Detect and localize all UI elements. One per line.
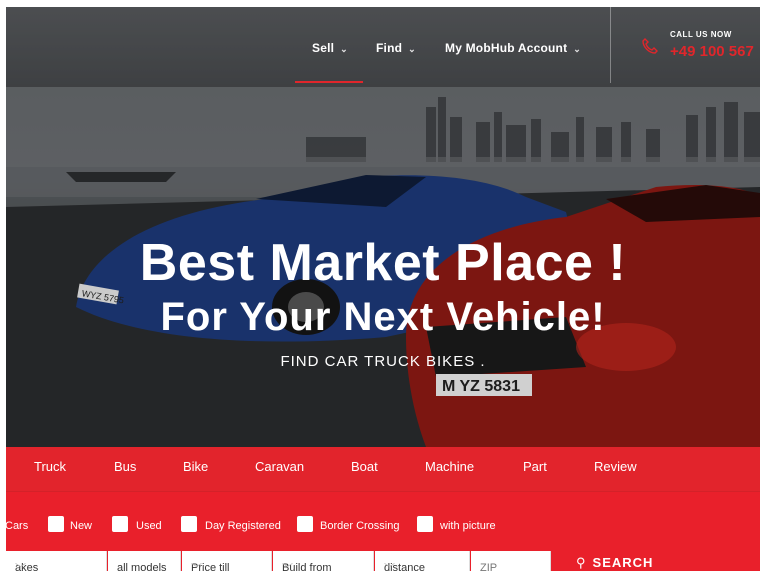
- zip-input-placeholder: ZIP: [480, 562, 498, 571]
- chevron-down-icon: ⌄: [340, 44, 348, 54]
- category-tabs: Truck Bus Bike Caravan Boat Machine Part…: [6, 447, 760, 492]
- search-panel: Truck Bus Bike Caravan Boat Machine Part…: [6, 447, 760, 571]
- distance-select[interactable]: distance ﹀: [375, 551, 470, 571]
- checkbox-new-label: New: [70, 520, 93, 532]
- models-select[interactable]: all models: [108, 551, 181, 571]
- checkbox-with-picture-label: with picture: [440, 520, 496, 532]
- price-till-select[interactable]: Price till ﹀: [182, 551, 272, 571]
- nav-item-label: Sell: [312, 41, 335, 55]
- filter-cars-label[interactable]: Cars: [6, 520, 28, 532]
- nav-item-sell[interactable]: Sell ⌄: [312, 41, 348, 55]
- tab-machine[interactable]: Machine: [425, 459, 474, 474]
- checkbox-border-crossing-label: Border Crossing: [320, 520, 400, 532]
- checkbox-used-label: Used: [136, 520, 162, 532]
- checkbox-border-crossing[interactable]: [297, 516, 313, 532]
- chevron-down-icon: ⌄: [408, 44, 416, 54]
- chevron-down-icon: ﹀: [191, 563, 202, 571]
- search-icon: ⚲: [576, 555, 587, 570]
- phone-icon: [642, 38, 658, 54]
- checkbox-day-registered[interactable]: [181, 516, 197, 532]
- nav-item-account[interactable]: My MobHub Account ⌄: [445, 41, 581, 55]
- hero-headline: Best Market Place !: [139, 234, 627, 292]
- nav-item-find[interactable]: Find ⌄: [376, 41, 416, 55]
- page-frame: WYZ 5795 M YZ 5831 Sell ⌄ Find ⌄ My MobHub…: [6, 7, 760, 571]
- chevron-down-icon: ﹀: [15, 563, 26, 571]
- hero-subheadline: For Your Next Vehicle!: [160, 295, 606, 339]
- nav-divider: [610, 7, 611, 83]
- nav-item-label: My MobHub Account: [445, 41, 568, 55]
- build-from-select[interactable]: Build from ﹀: [273, 551, 374, 571]
- models-select-value: all models: [117, 562, 167, 571]
- tab-review[interactable]: Review: [594, 459, 637, 474]
- makes-select[interactable]: akes ﹀: [6, 551, 107, 571]
- tab-boat[interactable]: Boat: [351, 459, 378, 474]
- checkbox-day-registered-label: Day Registered: [205, 520, 281, 532]
- chevron-down-icon: ﹀: [384, 563, 395, 571]
- hero-banner: WYZ 5795 M YZ 5831 Sell ⌄ Find ⌄ My MobHub…: [6, 7, 760, 447]
- chevron-down-icon: ⌄: [573, 44, 582, 54]
- tab-bike[interactable]: Bike: [183, 459, 208, 474]
- top-navbar: Sell ⌄ Find ⌄ My MobHub Account ⌄ CALL US N…: [6, 7, 760, 87]
- tab-caravan[interactable]: Caravan: [255, 459, 304, 474]
- zip-input[interactable]: ZIP: [471, 551, 551, 571]
- checkbox-with-picture[interactable]: [417, 516, 433, 532]
- search-button-label: SEARCH: [592, 555, 654, 570]
- nav-active-indicator: [295, 81, 363, 83]
- search-button[interactable]: ⚲ SEARCH: [576, 555, 653, 571]
- tab-part[interactable]: Part: [523, 459, 547, 474]
- tab-truck[interactable]: Truck: [34, 459, 66, 474]
- chevron-down-icon: ﹀: [282, 563, 293, 571]
- tab-bus[interactable]: Bus: [114, 459, 136, 474]
- nav-item-label: Find: [376, 41, 403, 55]
- checkbox-used[interactable]: [112, 516, 128, 532]
- phone-number-link[interactable]: +49 100 567: [670, 43, 754, 60]
- hero-tagline: FIND CAR TRUCK BIKES .: [280, 353, 486, 370]
- checkbox-new[interactable]: [48, 516, 64, 532]
- call-us-label: CALL US NOW: [670, 30, 732, 39]
